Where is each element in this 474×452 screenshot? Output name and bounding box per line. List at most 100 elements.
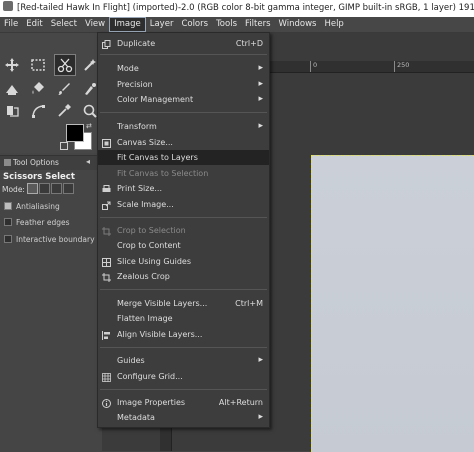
- canvas-size-label: Canvas Size...: [117, 138, 173, 147]
- feather-edges-option[interactable]: Feather edges: [4, 218, 70, 227]
- ruler-tick: [310, 61, 311, 72]
- submenu-arrow-icon: ▸: [258, 94, 263, 104]
- transform-tool-icon[interactable]: [2, 79, 22, 99]
- ruler-tick: [394, 61, 395, 72]
- align-visible-layers-label: Align Visible Layers...: [117, 330, 203, 339]
- slice-using-guides-label: Slice Using Guides: [117, 257, 191, 266]
- tool-options-tab-label: Tool Options: [13, 158, 59, 167]
- menu-separator: [100, 347, 267, 348]
- interactive-boundary-checkbox[interactable]: [4, 235, 12, 243]
- submenu-arrow-icon: ▸: [258, 63, 263, 73]
- menu-colors[interactable]: Colors: [177, 17, 212, 32]
- crop-to-content-label: Crop to Content: [117, 241, 181, 250]
- move-tool-icon[interactable]: [2, 55, 22, 75]
- rect-select-tool-icon[interactable]: [28, 55, 48, 75]
- menu-item-align-visible-layers[interactable]: Align Visible Layers...: [98, 327, 269, 342]
- image-properties-label: Image Properties: [117, 398, 186, 407]
- path-tool-icon[interactable]: [28, 101, 48, 121]
- flatten-image-label: Flatten Image: [117, 314, 173, 323]
- menu-item-canvas-size[interactable]: Canvas Size...: [98, 135, 269, 150]
- swap-colors-icon[interactable]: ⇄: [86, 122, 92, 130]
- fit-canvas-to-layers-label: Fit Canvas to Layers: [117, 153, 198, 162]
- menu-item-crop-to-content[interactable]: Crop to Content: [98, 238, 269, 253]
- antialiasing-label: Antialiasing: [16, 202, 60, 211]
- metadata-label: Metadata: [117, 413, 155, 422]
- interactive-boundary-label: Interactive boundary: [16, 235, 95, 244]
- tool-options-tab-strip: Tool Options ◂: [0, 155, 100, 170]
- foreground-color-swatch[interactable]: [66, 124, 84, 142]
- menu-item-fit-canvas-to-selection[interactable]: Fit Canvas to Selection: [98, 166, 269, 181]
- menu-item-metadata[interactable]: Metadata ▸: [98, 410, 269, 425]
- menu-windows[interactable]: Windows: [275, 17, 321, 32]
- window-title-bar: [Red-tailed Hawk In Flight] (imported)-2…: [0, 0, 474, 17]
- scissors-select-tool-icon[interactable]: [54, 54, 76, 76]
- menu-separator: [100, 112, 267, 113]
- menu-item-precision[interactable]: Precision ▸: [98, 77, 269, 92]
- image-properties-shortcut: Alt+Return: [218, 398, 263, 407]
- menu-edit[interactable]: Edit: [22, 17, 46, 32]
- menu-item-transform[interactable]: Transform ▸: [98, 119, 269, 134]
- menu-select[interactable]: Select: [47, 17, 81, 32]
- mode-intersect-button[interactable]: [63, 183, 74, 194]
- clone-tool-icon[interactable]: [2, 101, 22, 121]
- menu-item-merge-visible-layers[interactable]: Merge Visible Layers... Ctrl+M: [98, 296, 269, 311]
- transform-label: Transform: [117, 122, 157, 131]
- menu-item-crop-to-selection[interactable]: Crop to Selection: [98, 223, 269, 238]
- mode-replace-button[interactable]: [27, 183, 38, 194]
- menu-item-print-size[interactable]: Print Size...: [98, 181, 269, 196]
- print-size-label: Print Size...: [117, 184, 162, 193]
- duplicate-shortcut: Ctrl+D: [235, 39, 263, 48]
- ruler-label-0: 0: [313, 61, 318, 69]
- window-title: [Red-tailed Hawk In Flight] (imported)-2…: [17, 3, 474, 13]
- menu-view[interactable]: View: [81, 17, 109, 32]
- antialiasing-option[interactable]: Antialiasing: [4, 202, 60, 211]
- submenu-arrow-icon: ▸: [258, 121, 263, 131]
- paintbrush-tool-icon[interactable]: [54, 79, 74, 99]
- menu-filters[interactable]: Filters: [241, 17, 274, 32]
- reset-colors-icon[interactable]: [60, 142, 68, 150]
- menu-item-slice-using-guides[interactable]: Slice Using Guides: [98, 254, 269, 269]
- image-menu-dropdown: Duplicate Ctrl+D Mode ▸ Precision ▸ Colo…: [97, 32, 270, 428]
- crop-icon: [102, 226, 111, 236]
- gimp-app-icon: [3, 1, 13, 11]
- print-icon: [102, 184, 111, 193]
- info-icon: [102, 398, 111, 408]
- menu-help[interactable]: Help: [320, 17, 347, 32]
- merge-visible-layers-label: Merge Visible Layers...: [117, 299, 208, 308]
- menu-image[interactable]: Image: [109, 17, 146, 32]
- menu-separator: [100, 289, 267, 290]
- feather-edges-checkbox[interactable]: [4, 218, 12, 226]
- menu-layer[interactable]: Layer: [146, 17, 178, 32]
- menu-item-duplicate[interactable]: Duplicate Ctrl+D: [98, 36, 269, 51]
- scale-image-label: Scale Image...: [117, 200, 174, 209]
- mode-subtract-button[interactable]: [51, 183, 62, 194]
- mode-add-button[interactable]: [39, 183, 50, 194]
- menu-item-image-properties[interactable]: Image Properties Alt+Return: [98, 395, 269, 410]
- antialiasing-checkbox[interactable]: [4, 202, 12, 210]
- crop-to-selection-label: Crop to Selection: [117, 226, 186, 235]
- zealous-crop-label: Zealous Crop: [117, 272, 170, 281]
- tool-options-tab[interactable]: Tool Options: [2, 157, 61, 169]
- tab-menu-icon[interactable]: ◂: [86, 157, 90, 166]
- menu-item-guides[interactable]: Guides ▸: [98, 353, 269, 368]
- menu-item-fit-canvas-to-layers[interactable]: Fit Canvas to Layers: [98, 150, 269, 165]
- image-canvas[interactable]: [311, 155, 474, 452]
- tool-options-icon: [4, 159, 11, 166]
- color-picker-tool-icon[interactable]: [54, 101, 74, 121]
- precision-label: Precision: [117, 80, 153, 89]
- menu-item-color-management[interactable]: Color Management ▸: [98, 92, 269, 107]
- fit-canvas-to-selection-label: Fit Canvas to Selection: [117, 169, 209, 178]
- guides-label: Guides: [117, 356, 145, 365]
- submenu-arrow-icon: ▸: [258, 79, 263, 89]
- menu-item-flatten-image[interactable]: Flatten Image: [98, 311, 269, 326]
- menu-tools[interactable]: Tools: [212, 17, 241, 32]
- menu-file[interactable]: File: [0, 17, 22, 32]
- mode-menu-label: Mode: [117, 64, 139, 73]
- interactive-boundary-option[interactable]: Interactive boundary: [4, 235, 95, 244]
- menu-item-configure-grid[interactable]: Configure Grid...: [98, 369, 269, 384]
- menu-item-zealous-crop[interactable]: Zealous Crop: [98, 269, 269, 284]
- menu-item-mode[interactable]: Mode ▸: [98, 61, 269, 76]
- bucket-fill-tool-icon[interactable]: [28, 79, 48, 99]
- menu-item-scale-image[interactable]: Scale Image...: [98, 197, 269, 212]
- merge-visible-layers-shortcut: Ctrl+M: [235, 299, 263, 308]
